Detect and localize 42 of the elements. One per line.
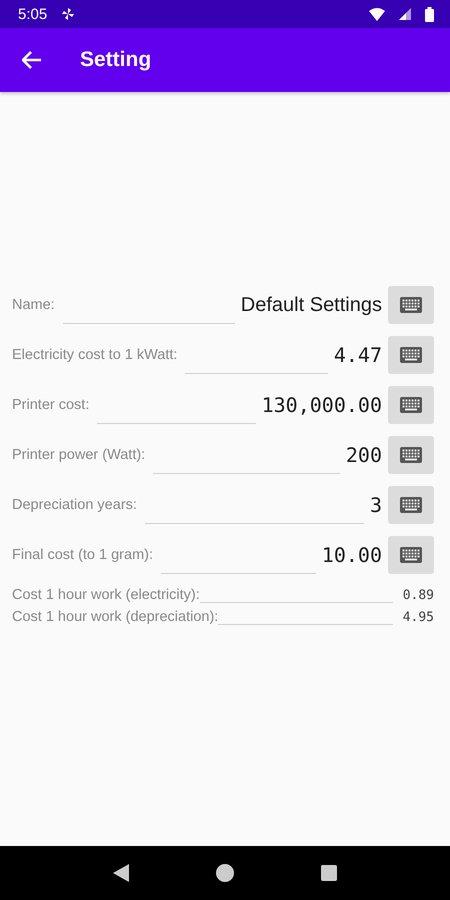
- setting-label: Depreciation years:: [12, 497, 137, 513]
- result-label: Cost 1 hour work (depreciation):: [12, 609, 218, 625]
- nav-home-button[interactable]: [216, 864, 234, 882]
- setting-value: 3: [370, 493, 382, 517]
- setting-label: Electricity cost to 1 kWatt:: [12, 347, 178, 363]
- keyboard-icon: [400, 447, 422, 463]
- wifi-icon: [369, 8, 385, 20]
- setting-value: 10.00: [322, 543, 382, 567]
- square-icon: [320, 865, 337, 881]
- setting-label: Name:: [12, 297, 55, 313]
- fan-icon: [61, 7, 76, 21]
- keyboard-icon: [400, 497, 422, 513]
- result-value: 4.95: [402, 610, 434, 624]
- setting-value: 200: [346, 443, 382, 467]
- setting-label: Printer cost:: [12, 397, 90, 413]
- back-arrow-icon: [22, 51, 42, 69]
- keyboard-icon: [400, 297, 422, 313]
- battery-icon: [425, 6, 434, 22]
- setting-label: Final cost (to 1 gram):: [12, 547, 154, 563]
- nav-back-button[interactable]: [113, 864, 130, 882]
- status-time: 5:05: [18, 6, 48, 22]
- keyboard-icon: [400, 347, 422, 363]
- keyboard-button[interactable]: [388, 486, 434, 524]
- keyboard-button[interactable]: [388, 386, 434, 424]
- result-label: Cost 1 hour work (electricity):: [12, 587, 200, 603]
- setting-label: Printer power (Watt):: [12, 447, 146, 463]
- setting-value: 130,000.00: [262, 393, 382, 417]
- circle-icon: [216, 864, 234, 882]
- keyboard-button[interactable]: [388, 536, 434, 574]
- screen-title: Setting: [80, 48, 152, 72]
- back-button[interactable]: [22, 51, 42, 69]
- setting-value: Default Settings: [240, 294, 382, 316]
- keyboard-icon: [400, 397, 422, 413]
- result-value: 0.89: [402, 588, 434, 602]
- setting-value: 4.47: [334, 343, 382, 367]
- keyboard-button[interactable]: [388, 336, 434, 374]
- nav-recents-button[interactable]: [320, 865, 337, 881]
- keyboard-button[interactable]: [388, 436, 434, 474]
- keyboard-button[interactable]: [388, 286, 434, 324]
- signal-icon: [399, 8, 411, 20]
- keyboard-icon: [400, 547, 422, 563]
- triangle-icon: [113, 864, 130, 882]
